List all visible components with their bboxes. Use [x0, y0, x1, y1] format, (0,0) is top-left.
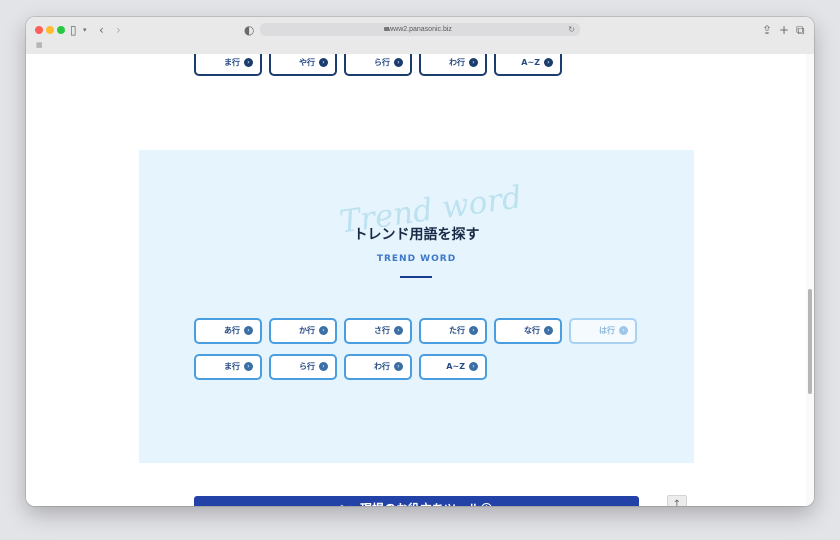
kana-button-az[interactable]: A~Z › — [419, 354, 487, 380]
arrow-right-icon: › — [319, 58, 328, 67]
address-bar[interactable]: www2.panasonic.biz ↻ — [260, 23, 580, 36]
kana-button-label: ら行 — [299, 362, 315, 371]
arrow-right-icon: › — [244, 362, 253, 371]
back-icon[interactable]: ‹ — [99, 22, 104, 38]
arrow-right-icon: › — [394, 326, 403, 335]
kana-button-label: や行 — [299, 58, 315, 67]
tools-button[interactable]: ✂ 現場のお役立ちツール ^ — [194, 496, 639, 506]
kana-button-label: さ行 — [374, 326, 390, 335]
kana-button-ka[interactable]: か行 › — [269, 318, 337, 344]
trend-word-section: Trend word トレンド用語を探す TREND WORD あ行 › か行 … — [139, 150, 694, 463]
arrow-right-icon: › — [319, 362, 328, 371]
kana-button-ma[interactable]: ま行 › — [194, 354, 262, 380]
reload-icon[interactable]: ↻ — [568, 23, 575, 36]
arrow-right-icon: › — [469, 362, 478, 371]
section-subtitle: TREND WORD — [376, 254, 457, 264]
arrow-right-icon: › — [394, 58, 403, 67]
kana-button-wa[interactable]: わ行 › — [344, 354, 412, 380]
arrow-right-icon: › — [244, 326, 253, 335]
zoom-window-button[interactable] — [57, 26, 65, 34]
close-window-button[interactable] — [35, 26, 43, 34]
kana-button-label: は行 — [599, 326, 615, 335]
arrow-right-icon: › — [544, 58, 553, 67]
share-icon[interactable]: ⇪ — [762, 22, 772, 38]
kana-button-label: ま行 — [224, 58, 240, 67]
chevron-down-icon[interactable]: ▾ — [83, 22, 87, 38]
kana-button-na[interactable]: な行 › — [494, 318, 562, 344]
kana-button-ta[interactable]: た行 › — [419, 318, 487, 344]
web-page: ま行 › や行 › ら行 › わ行 › A~Z › Trend word トレン… — [26, 54, 806, 506]
title-underline — [400, 276, 432, 278]
kana-button-label: ら行 — [374, 58, 390, 67]
chevron-up-icon: ^ — [481, 503, 492, 506]
arrow-right-icon: › — [469, 58, 478, 67]
arrow-right-icon: › — [394, 362, 403, 371]
kana-button-az-top[interactable]: A~Z › — [494, 54, 562, 76]
browser-toolbar: ▯ ▾ ‹ › ▦ ◐ www2.panasonic.biz ↻ ⇪ + ⧉ — [26, 17, 814, 55]
tabs-overview-icon[interactable]: ⧉ — [796, 22, 805, 38]
kana-button-label: な行 — [524, 326, 540, 335]
kana-button-label: ま行 — [224, 362, 240, 371]
kana-button-label: A~Z — [521, 58, 540, 67]
arrow-right-icon: › — [244, 58, 253, 67]
section-title: トレンド用語を探す — [353, 227, 480, 243]
kana-button-ha: は行 › — [569, 318, 637, 344]
tools-icon: ✂ — [340, 500, 352, 506]
minimize-window-button[interactable] — [46, 26, 54, 34]
kana-button-sa[interactable]: さ行 › — [344, 318, 412, 344]
privacy-shield-icon[interactable]: ◐ — [244, 22, 254, 38]
arrow-right-icon: › — [469, 326, 478, 335]
tools-button-label: 現場のお役立ちツール — [360, 496, 480, 506]
kana-button-label: わ行 — [449, 58, 465, 67]
kana-button-wa-top[interactable]: わ行 › — [419, 54, 487, 76]
sidebar-toggle-icon[interactable]: ▯ — [70, 22, 77, 38]
new-tab-icon[interactable]: + — [779, 22, 789, 38]
kana-button-label: あ行 — [224, 326, 240, 335]
forward-icon[interactable]: › — [116, 22, 121, 38]
kana-button-label: A~Z — [446, 362, 465, 371]
kana-button-label: わ行 — [374, 362, 390, 371]
grid-icon[interactable]: ▦ — [36, 37, 43, 53]
browser-window: ▯ ▾ ‹ › ▦ ◐ www2.panasonic.biz ↻ ⇪ + ⧉ ま… — [26, 17, 814, 506]
kana-button-ra-top[interactable]: ら行 › — [344, 54, 412, 76]
arrow-right-icon: › — [319, 326, 328, 335]
page-scrollbar[interactable] — [806, 54, 814, 506]
arrow-right-icon: › — [544, 326, 553, 335]
arrow-right-icon: › — [619, 326, 628, 335]
scroll-to-top-button[interactable]: ↑ — [667, 495, 687, 506]
kana-button-label: た行 — [449, 326, 465, 335]
kana-button-ya-top[interactable]: や行 › — [269, 54, 337, 76]
kana-button-a[interactable]: あ行 › — [194, 318, 262, 344]
kana-button-ma-top[interactable]: ま行 › — [194, 54, 262, 76]
kana-button-ra[interactable]: ら行 › — [269, 354, 337, 380]
kana-button-label: か行 — [299, 326, 315, 335]
url-text: www2.panasonic.biz — [388, 26, 452, 33]
scrollbar-thumb[interactable] — [808, 289, 812, 394]
